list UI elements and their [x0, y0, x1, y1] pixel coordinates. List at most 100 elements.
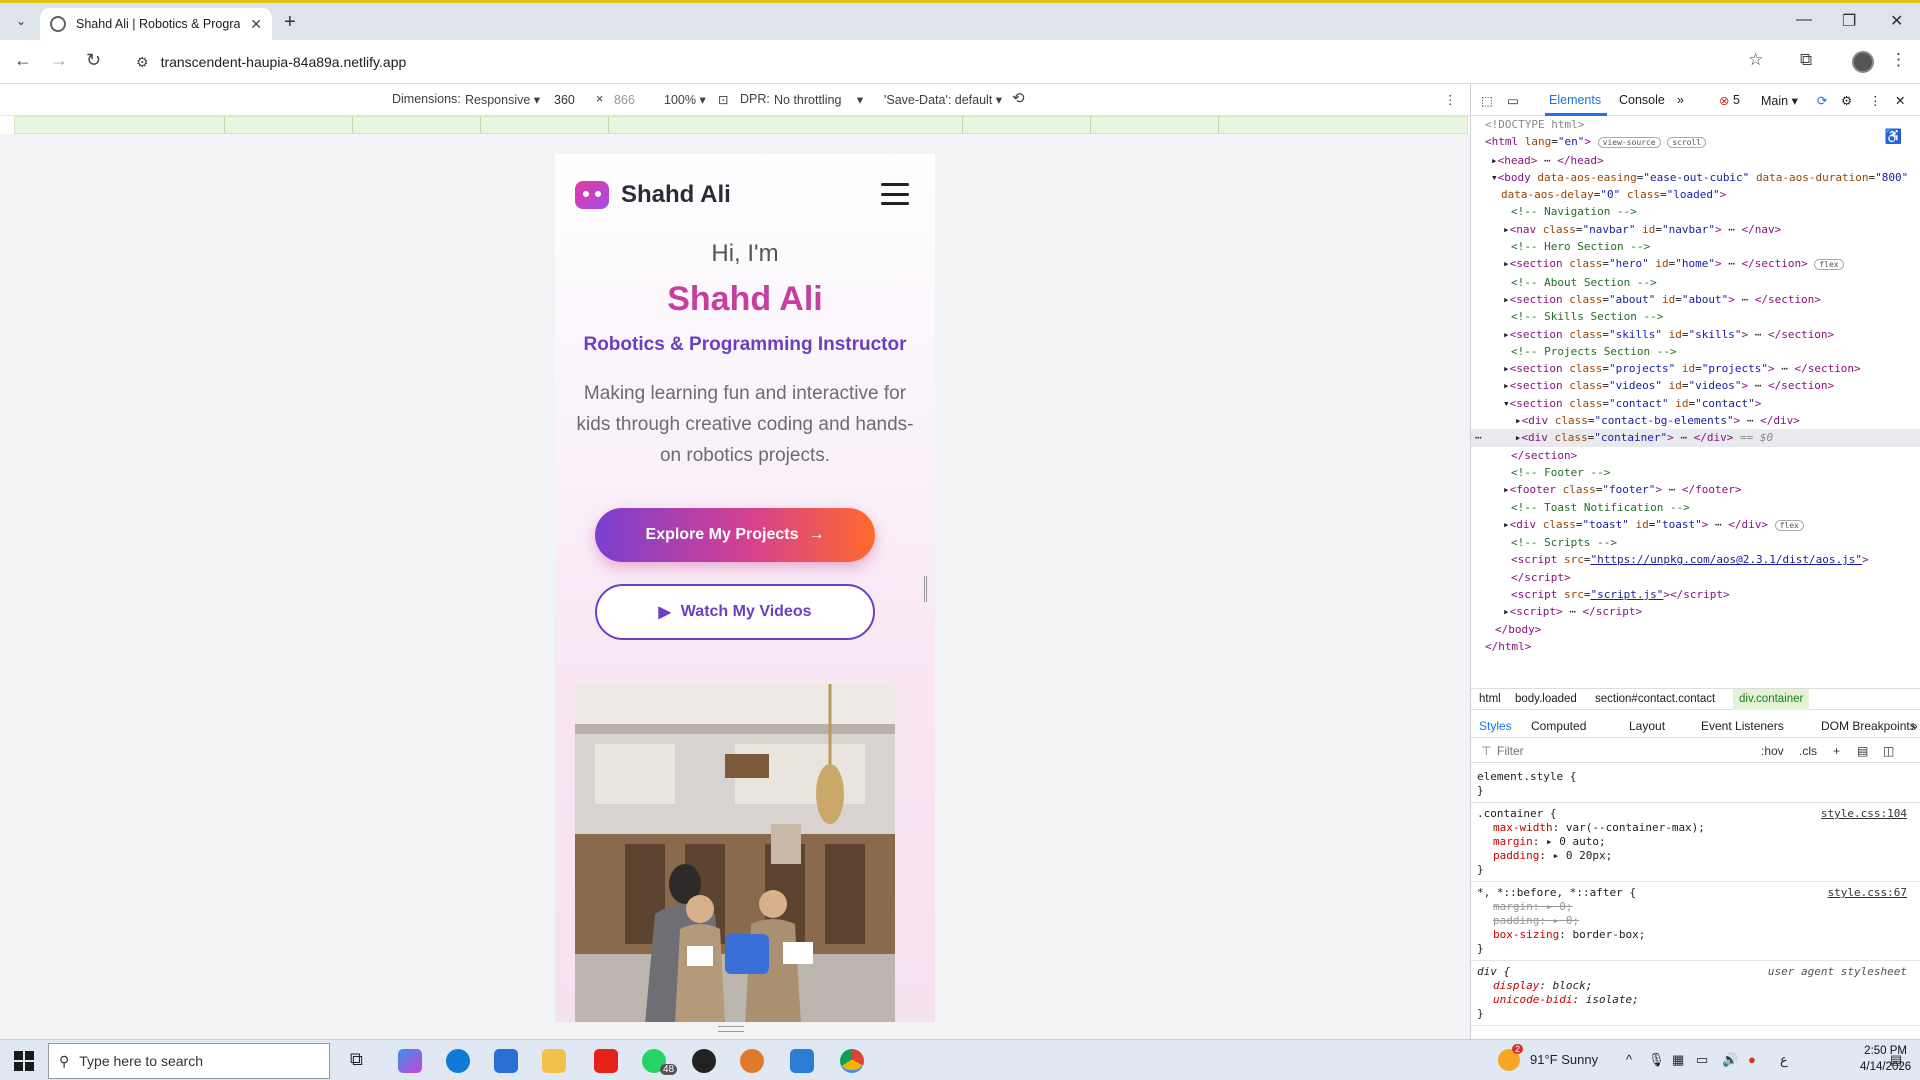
dom-node[interactable]: <!DOCTYPE html>	[1471, 116, 1920, 133]
dom-node[interactable]: <script src="script.js"></script>	[1471, 586, 1920, 603]
dom-tree[interactable]: <!DOCTYPE html> <html lang="en"> view-so…	[1471, 116, 1920, 686]
tab-event-listeners[interactable]: Event Listeners	[1701, 719, 1784, 733]
address-bar[interactable]: ⚙ transcendent-haupia-84a89a.netlify.app	[124, 46, 1754, 78]
tab-styles[interactable]: Styles	[1479, 719, 1512, 733]
css-rule-universal[interactable]: style.css:67 *, *::before, *::after { ma…	[1471, 882, 1920, 961]
file-explorer-icon[interactable]	[542, 1049, 566, 1073]
dimensions-mode-select[interactable]: Responsive ▾	[465, 92, 540, 107]
breadcrumb-container[interactable]: div.container	[1733, 689, 1810, 710]
dom-comment[interactable]: <!-- Hero Section -->	[1471, 238, 1920, 255]
dom-node[interactable]: data-aos-delay="0" class="loaded">	[1471, 186, 1920, 203]
dom-node[interactable]: </section>	[1471, 447, 1920, 464]
reload-icon[interactable]: ↻	[86, 50, 101, 71]
css-declaration[interactable]: max-width: var(--container-max);	[1477, 821, 1915, 835]
dom-comment[interactable]: <!-- Scripts -->	[1471, 534, 1920, 551]
inspect-element-icon[interactable]: ⬚	[1481, 93, 1493, 108]
zoom-select[interactable]: 100% ▾	[664, 92, 706, 107]
dom-comment[interactable]: <!-- Projects Section -->	[1471, 343, 1920, 360]
more-tabs-icon[interactable]: »	[1677, 93, 1684, 107]
app-icon[interactable]	[692, 1049, 716, 1073]
devtools-more-icon[interactable]: ⋮	[1869, 93, 1882, 108]
dom-node[interactable]: <script src="https://unpkg.com/aos@2.3.1…	[1471, 551, 1920, 568]
css-declaration-overridden[interactable]: padding: ▸ 0;	[1477, 914, 1915, 928]
dom-node[interactable]: ▸<section class="hero" id="home"> ⋯ </se…	[1471, 255, 1920, 273]
device-height-input[interactable]	[610, 89, 650, 111]
explore-projects-button[interactable]: Explore My Projects →	[595, 508, 875, 562]
css-declaration-overridden[interactable]: margin: ▸ 0;	[1477, 900, 1915, 914]
tab-elements[interactable]: Elements	[1549, 93, 1601, 107]
dom-node[interactable]: ▸<nav class="navbar" id="navbar"> ⋯ </na…	[1471, 221, 1920, 238]
close-tab-icon[interactable]: ✕	[250, 16, 262, 33]
tab-console[interactable]: Console	[1619, 93, 1665, 107]
notification-dot-icon[interactable]: ●	[1748, 1052, 1756, 1067]
site-info-icon[interactable]: ⚙	[136, 54, 149, 71]
styles-pane[interactable]: element.style { } style.css:104 .contain…	[1471, 766, 1920, 1036]
edge-browser-icon[interactable]	[446, 1049, 470, 1073]
dom-node[interactable]: </script>	[1471, 569, 1920, 586]
css-declaration[interactable]: margin: ▸ 0 auto;	[1477, 835, 1915, 849]
settings-gear-icon[interactable]: ⚙	[1841, 93, 1852, 108]
device-toggle-icon[interactable]: ▭	[1507, 93, 1519, 108]
computed-sidebar-icon[interactable]: ▤	[1857, 744, 1868, 758]
dom-node[interactable]: ▸<footer class="footer"> ⋯ </footer>	[1471, 481, 1920, 498]
tab-layout[interactable]: Layout	[1629, 719, 1665, 733]
media-query-bar[interactable]	[14, 116, 1468, 134]
vscode-icon[interactable]	[790, 1049, 814, 1073]
media-query-segment[interactable]	[225, 117, 353, 133]
save-data-select[interactable]: 'Save-Data': default ▾	[884, 92, 1002, 107]
mail-icon[interactable]	[494, 1049, 518, 1073]
css-declaration[interactable]: padding: ▸ 0 20px;	[1477, 849, 1915, 863]
more-style-tabs-icon[interactable]: »	[1911, 719, 1918, 733]
browser-tab[interactable]: Shahd Ali | Robotics & Program ✕	[40, 8, 272, 40]
dom-comment[interactable]: <!-- Navigation -->	[1471, 203, 1920, 220]
battery-icon[interactable]: ▭	[1696, 1052, 1708, 1068]
toggle-sidebar-icon[interactable]: ◫	[1883, 744, 1894, 758]
css-declaration[interactable]: box-sizing: border-box;	[1477, 928, 1915, 942]
copilot-icon[interactable]	[398, 1049, 422, 1073]
dom-node[interactable]: ▸<div class="toast" id="toast"> ⋯ </div>…	[1471, 516, 1920, 534]
error-count[interactable]: 5	[1733, 93, 1740, 107]
dom-node[interactable]: ▸<section class="about" id="about"> ⋯ </…	[1471, 291, 1920, 308]
volume-icon[interactable]: 🔊	[1722, 1052, 1738, 1068]
styles-filter-input[interactable]: Filter	[1497, 744, 1524, 758]
dom-node[interactable]: ▾<section class="contact" id="contact">	[1471, 395, 1920, 412]
css-rule-div[interactable]: user agent stylesheet div { display: blo…	[1471, 961, 1920, 1026]
restore-icon[interactable]: ❐	[1842, 11, 1856, 31]
youtube-icon[interactable]	[594, 1049, 618, 1073]
tray-chevron-icon[interactable]: ^	[1626, 1052, 1632, 1067]
viewport-resize-handle-right[interactable]	[924, 576, 927, 602]
dom-comment[interactable]: <!-- Toast Notification -->	[1471, 499, 1920, 516]
more-menu-icon[interactable]: ⋮	[1890, 50, 1907, 70]
device-width-input[interactable]	[550, 89, 590, 111]
rotate-icon[interactable]: ⟲	[1012, 89, 1025, 107]
close-devtools-icon[interactable]: ✕	[1895, 93, 1905, 108]
breadcrumb-body[interactable]: body.loaded	[1515, 693, 1577, 705]
dom-node[interactable]: ▸<section class="projects" id="projects"…	[1471, 360, 1920, 377]
context-select[interactable]: Main ▾	[1761, 93, 1798, 108]
weather-text[interactable]: 91°F Sunny	[1530, 1052, 1598, 1067]
css-source-link[interactable]: style.css:104	[1821, 807, 1907, 821]
dom-node[interactable]: ▸<section class="skills" id="skills"> ⋯ …	[1471, 326, 1920, 343]
chrome-icon[interactable]	[840, 1049, 864, 1073]
device-toolbar-more-icon[interactable]: ⋮	[1444, 92, 1457, 107]
new-tab-icon[interactable]: +	[284, 11, 296, 34]
taskbar-search[interactable]: ⚲ Type here to search	[48, 1043, 330, 1079]
media-query-segment[interactable]	[835, 117, 963, 133]
hamburger-menu-icon[interactable]	[881, 183, 909, 205]
dom-node[interactable]: ▸<script> ⋯ </script>	[1471, 603, 1920, 620]
site-brand[interactable]: Shahd Ali	[621, 181, 731, 209]
windows-start-icon[interactable]	[14, 1051, 34, 1071]
css-declaration[interactable]: unicode-bidi: isolate;	[1477, 993, 1915, 1007]
css-rule-container[interactable]: style.css:104 .container { max-width: va…	[1471, 803, 1920, 882]
sync-icon[interactable]: ⟳	[1817, 93, 1827, 108]
taskbar-clock[interactable]: 2:50 PM 4/14/2026	[1860, 1043, 1911, 1075]
dom-node[interactable]: </html>	[1471, 638, 1920, 655]
back-icon[interactable]: ←	[14, 50, 32, 71]
css-source-link[interactable]: style.css:67	[1828, 886, 1907, 900]
dom-node[interactable]: ▸<head> ⋯ </head>	[1471, 152, 1920, 169]
network-icon[interactable]: ▦	[1672, 1052, 1684, 1068]
dom-node[interactable]: ▸<div class="contact-bg-elements"> ⋯ </d…	[1471, 412, 1920, 429]
dom-comment[interactable]: <!-- Skills Section -->	[1471, 308, 1920, 325]
bookmark-star-icon[interactable]: ☆	[1748, 50, 1763, 70]
dom-node[interactable]: ▸<section class="videos" id="videos"> ⋯ …	[1471, 377, 1920, 394]
